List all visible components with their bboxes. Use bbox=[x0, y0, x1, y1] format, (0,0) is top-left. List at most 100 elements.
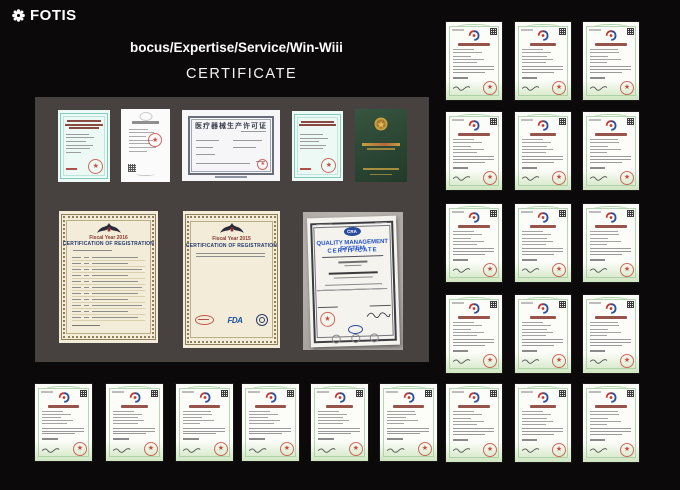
national-emblem-icon bbox=[374, 117, 388, 131]
patent-certificate-thumbnail[interactable] bbox=[583, 384, 639, 462]
text-line bbox=[521, 431, 564, 433]
text-line bbox=[521, 76, 538, 79]
brand-logo[interactable]: FOTIS bbox=[12, 7, 77, 24]
signature-icon bbox=[521, 86, 540, 92]
fda-2016-certificate-thumbnail[interactable]: Fiscal Year 2016 CERTIFICATION OF REGIST… bbox=[59, 211, 158, 343]
certificate-number-line bbox=[181, 390, 195, 393]
title-line bbox=[458, 316, 490, 320]
text-line bbox=[521, 231, 543, 233]
business-license-thumbnail[interactable] bbox=[121, 109, 170, 182]
text-line bbox=[589, 145, 609, 147]
text-line bbox=[195, 162, 250, 164]
patent-certificate-thumbnail[interactable] bbox=[35, 384, 92, 461]
text-line bbox=[112, 437, 129, 440]
text-line bbox=[521, 156, 564, 158]
certificate-number-line bbox=[588, 302, 601, 305]
text-line bbox=[452, 58, 484, 60]
qr-code-icon bbox=[286, 390, 294, 398]
text-line bbox=[521, 253, 555, 255]
fda-2015-certificate-thumbnail[interactable]: Fiscal Year 2015 CERTIFICATION OF REGIST… bbox=[183, 211, 280, 348]
patent-certificate-thumbnail[interactable] bbox=[446, 204, 502, 282]
patent-certificate-thumbnail[interactable] bbox=[380, 384, 437, 461]
text-line bbox=[452, 251, 495, 253]
text-line bbox=[521, 258, 538, 261]
title-line bbox=[69, 127, 99, 130]
patent-certificate-thumbnail[interactable] bbox=[515, 295, 571, 373]
text-line bbox=[317, 437, 334, 440]
patent-certificate-thumbnail[interactable] bbox=[583, 112, 639, 190]
patent-certificate-thumbnail[interactable] bbox=[242, 384, 299, 461]
text-line bbox=[521, 328, 547, 330]
license-booklet-thumbnail[interactable] bbox=[355, 109, 407, 182]
patent-certificate-thumbnail[interactable] bbox=[515, 204, 571, 282]
text-line bbox=[65, 148, 90, 150]
qr-code-icon bbox=[150, 390, 158, 398]
text-line bbox=[182, 420, 215, 422]
eagle-emblem-icon bbox=[219, 222, 244, 233]
medical-device-license-thumbnail[interactable]: 医疗器械生产许可证 bbox=[182, 110, 280, 181]
patent-certificate-thumbnail[interactable] bbox=[446, 22, 502, 100]
text-line bbox=[317, 433, 351, 435]
text-line bbox=[128, 128, 149, 130]
patent-certificate-thumbnail[interactable] bbox=[106, 384, 163, 461]
text-line bbox=[521, 148, 553, 150]
date-line bbox=[299, 167, 311, 170]
title-line bbox=[299, 124, 336, 127]
patent-certificate-thumbnail[interactable] bbox=[446, 384, 502, 462]
text-line bbox=[317, 414, 348, 416]
text-line bbox=[232, 139, 263, 141]
patent-certificate-cyan-thumbnail[interactable] bbox=[292, 111, 343, 181]
patent-certificate-thumbnail[interactable] bbox=[311, 384, 368, 461]
patent-certificate-thumbnail[interactable] bbox=[583, 295, 639, 373]
qms-certificate-photo-thumbnail[interactable]: CRA QUALITY MANAGEMENT SYSTEM CERTIFICAT… bbox=[303, 212, 403, 350]
patent-office-emblem-icon bbox=[605, 30, 617, 41]
text-line bbox=[589, 423, 607, 425]
patent-certificate-thumbnail[interactable] bbox=[583, 204, 639, 282]
text-line bbox=[317, 417, 344, 419]
text-line bbox=[521, 58, 553, 60]
text-line bbox=[112, 427, 155, 429]
text-line bbox=[317, 423, 343, 425]
text-line bbox=[589, 433, 623, 435]
text-line bbox=[452, 433, 486, 435]
text-line bbox=[589, 52, 619, 54]
patent-certificate-thumbnail[interactable] bbox=[176, 384, 233, 461]
text-line bbox=[41, 430, 84, 432]
text-line bbox=[452, 151, 478, 153]
text-line bbox=[589, 58, 621, 60]
patent-office-emblem-icon bbox=[58, 391, 69, 403]
accreditation-mark-icon bbox=[331, 334, 341, 344]
text-line bbox=[521, 142, 551, 144]
signature-icon bbox=[589, 359, 608, 365]
text-line bbox=[128, 150, 148, 152]
signature-icon bbox=[183, 447, 201, 453]
text-line bbox=[521, 331, 553, 333]
emblem-icon bbox=[139, 111, 152, 121]
text-line bbox=[589, 431, 632, 433]
text-line bbox=[452, 431, 495, 433]
signature-icon bbox=[589, 448, 608, 454]
qr-code-icon bbox=[626, 390, 634, 398]
text-line bbox=[248, 420, 281, 422]
text-line bbox=[589, 148, 621, 150]
signature-icon bbox=[452, 448, 471, 454]
patent-certificate-thumbnail[interactable] bbox=[446, 295, 502, 373]
patent-certificate-thumbnail[interactable] bbox=[583, 22, 639, 100]
certificate-panel: 医疗器械生产许可证 bbox=[35, 97, 429, 362]
qr-code-icon bbox=[489, 390, 497, 398]
text-line bbox=[521, 423, 547, 425]
patent-certificate-thumbnail[interactable] bbox=[446, 112, 502, 190]
text-line bbox=[386, 414, 417, 416]
gear-icon bbox=[12, 9, 25, 22]
signature-icon bbox=[589, 176, 608, 182]
patent-certificate-thumbnail[interactable] bbox=[515, 384, 571, 462]
text-line bbox=[589, 161, 623, 163]
text-line bbox=[112, 423, 138, 425]
patent-certificate-cyan-thumbnail[interactable] bbox=[58, 110, 110, 182]
text-line bbox=[128, 136, 146, 137]
title-line bbox=[301, 120, 334, 123]
patent-certificate-thumbnail[interactable] bbox=[515, 112, 571, 190]
text-line bbox=[452, 428, 495, 430]
text-line bbox=[521, 71, 555, 73]
patent-certificate-thumbnail[interactable] bbox=[515, 22, 571, 100]
